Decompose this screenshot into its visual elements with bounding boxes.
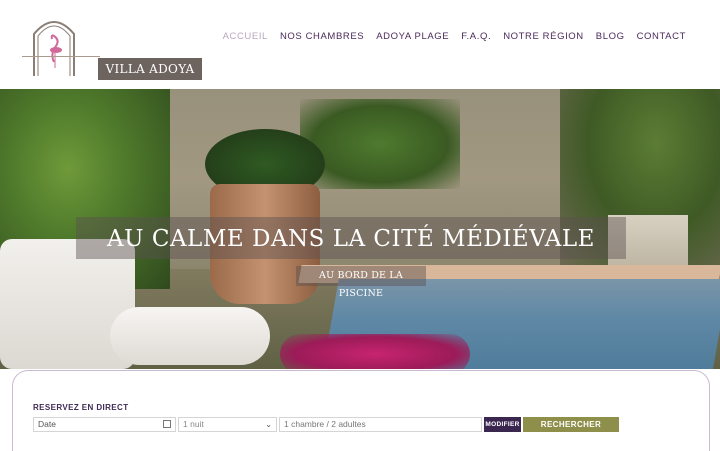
chevron-down-icon: ⌄ — [265, 420, 272, 429]
nav-item-faq[interactable]: F.A.Q. — [455, 31, 497, 42]
nights-select-value: 1 nuit — [183, 419, 204, 429]
nav-item-contact[interactable]: CONTACT — [631, 31, 692, 42]
brand-name: VILLA ADOYA — [98, 58, 202, 80]
nav-item-notre-region[interactable]: NOTRE RÉGION — [497, 31, 590, 42]
site-header: VILLA ADOYA ACCUEIL NOS CHAMBRES ADOYA P… — [0, 0, 720, 89]
nav-item-adoya-plage[interactable]: ADOYA PLAGE — [370, 31, 455, 42]
calendar-icon[interactable] — [163, 420, 171, 428]
nav-item-accueil[interactable]: ACCUEIL — [217, 31, 274, 42]
nav-item-blog[interactable]: BLOG — [590, 31, 631, 42]
logo[interactable]: VILLA ADOYA — [22, 14, 202, 80]
main-nav: ACCUEIL NOS CHAMBRES ADOYA PLAGE F.A.Q. … — [217, 31, 692, 42]
hero-banner: AU CALME DANS LA CITÉ MÉDIÉVALE AU BORD … — [0, 89, 720, 369]
search-button[interactable]: RECHERCHER — [523, 417, 619, 432]
date-field[interactable]: Date — [33, 417, 176, 432]
nav-item-nos-chambres[interactable]: NOS CHAMBRES — [274, 31, 370, 42]
logo-divider — [22, 56, 100, 57]
hero-title: AU CALME DANS LA CITÉ MÉDIÉVALE — [107, 226, 595, 252]
flamingo-arch-icon — [33, 21, 75, 76]
nights-select[interactable]: 1 nuit ⌄ — [178, 417, 277, 432]
hero-bolster-cushion — [110, 307, 270, 365]
hero-flowers — [280, 334, 470, 369]
rooms-guests-field[interactable]: 1 chambre / 2 adultes — [279, 417, 482, 432]
hero-foliage-middle — [300, 99, 460, 189]
date-field-value: Date — [38, 419, 56, 429]
hero-subtitle: AU BORD DE LA PISCINE — [319, 270, 403, 299]
booking-panel: RESERVEZ EN DIRECT Date 1 nuit ⌄ 1 chamb… — [12, 370, 710, 451]
booking-title: RESERVEZ EN DIRECT — [33, 403, 129, 412]
rooms-guests-value: 1 chambre / 2 adultes — [284, 419, 366, 429]
modify-button[interactable]: MODIFIER — [484, 417, 521, 432]
